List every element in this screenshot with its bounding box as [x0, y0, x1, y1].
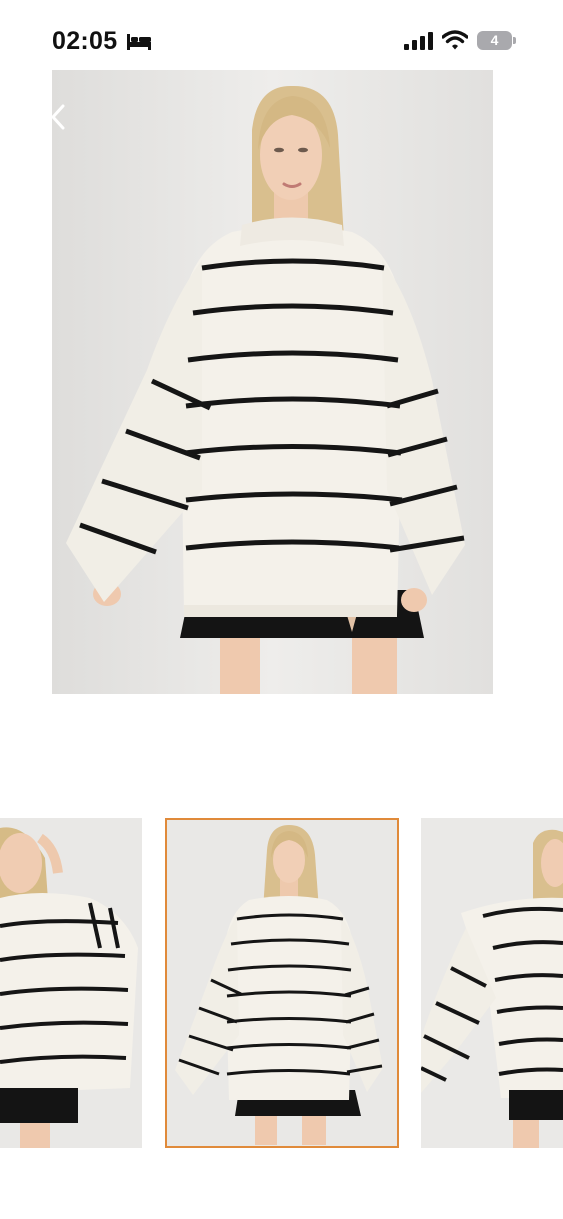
thumbnail-3[interactable] [421, 818, 563, 1148]
status-time: 02:05 [52, 27, 118, 55]
back-button[interactable] [44, 100, 74, 134]
battery-cap [513, 37, 516, 44]
product-photo-front [167, 820, 397, 1146]
product-photo-front [52, 70, 493, 694]
battery-icon: 4 [477, 31, 517, 52]
thumbnail-1[interactable] [0, 818, 142, 1148]
status-bar: 02:05 4 [0, 0, 563, 70]
product-photo-three-quarter [421, 818, 563, 1148]
wifi-icon [442, 30, 468, 50]
signal-icon [404, 32, 433, 50]
thumbnail-2-selected[interactable] [165, 818, 399, 1148]
battery-level: 4 [490, 32, 499, 48]
product-photo-side [0, 818, 142, 1148]
main-product-image[interactable] [52, 70, 493, 694]
bed-icon [127, 34, 151, 50]
chevron-left-icon [51, 104, 65, 130]
